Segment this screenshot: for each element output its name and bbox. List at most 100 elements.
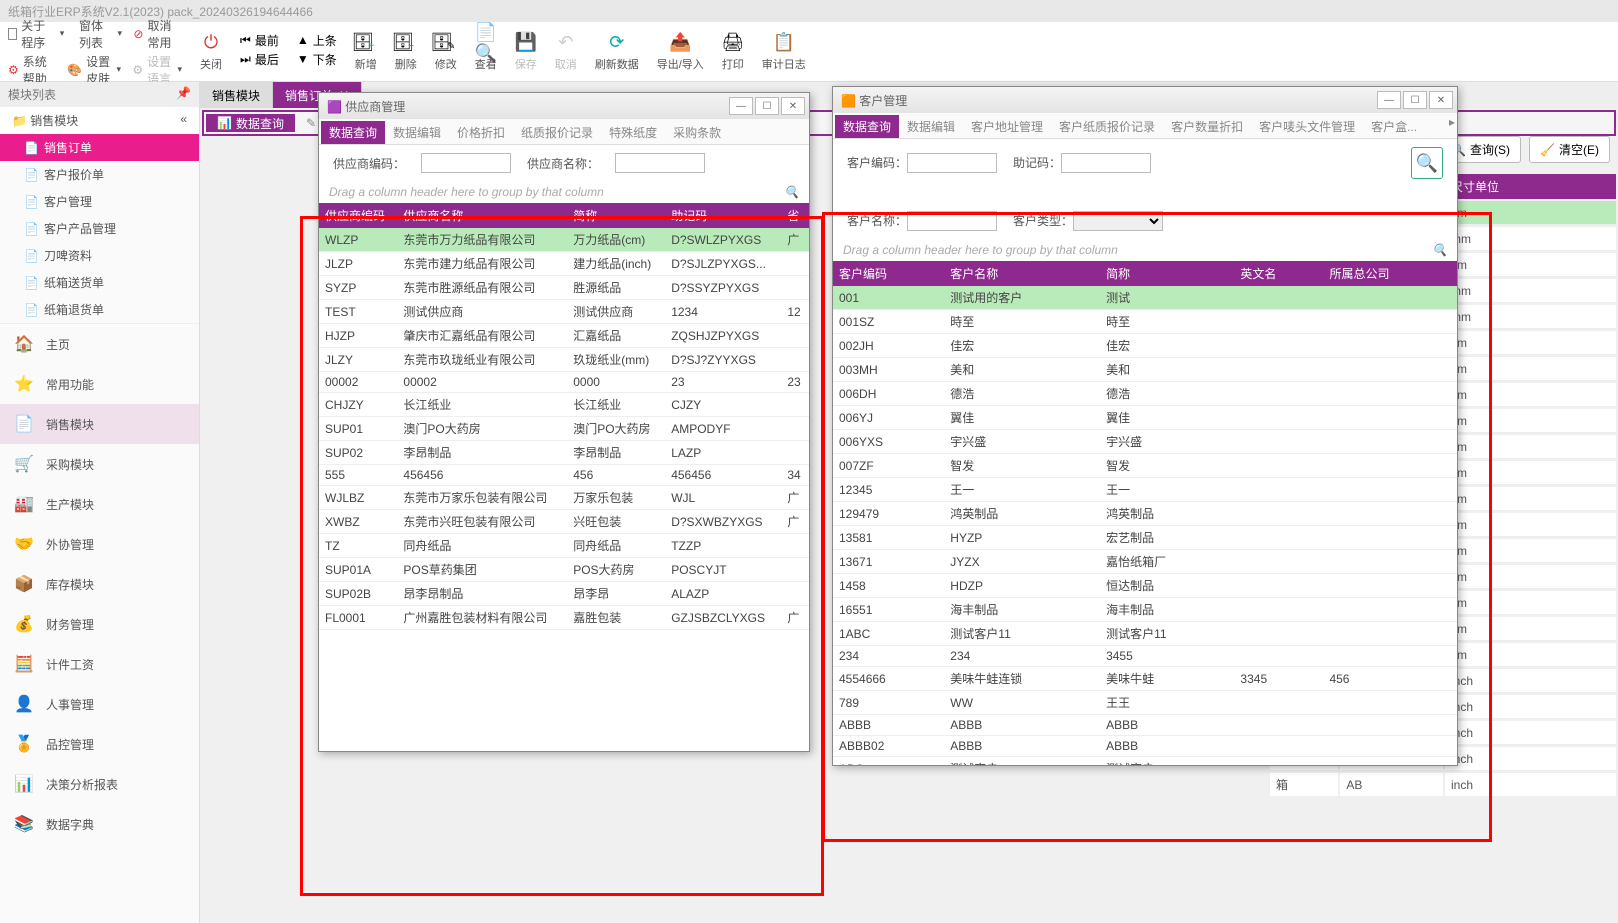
- close-button[interactable]: ⏻关闭: [200, 32, 222, 72]
- module-item[interactable]: 🏠主页: [0, 324, 199, 364]
- nav-last[interactable]: ⏭最后: [240, 51, 279, 68]
- table-row[interactable]: 006YXS宇兴盛宇兴盛: [833, 430, 1457, 454]
- table-row[interactable]: 129479鸿英制品鸿英制品: [833, 502, 1457, 526]
- search-icon[interactable]: 🔍: [784, 185, 799, 199]
- module-item[interactable]: 🏭生产模块: [0, 484, 199, 524]
- sidebar-section[interactable]: 📁 销售模块«: [0, 107, 199, 134]
- edit-button[interactable]: 🗄✎修改: [435, 32, 457, 72]
- table-row[interactable]: 1458HDZP恒达制品: [833, 574, 1457, 598]
- module-item[interactable]: 📚数据字典: [0, 804, 199, 844]
- window-tab[interactable]: 数据查询: [835, 115, 899, 138]
- save-button[interactable]: 💾保存: [515, 32, 537, 72]
- minimize-icon[interactable]: —: [1377, 91, 1401, 109]
- sidebar-item[interactable]: 📄销售订单: [0, 134, 199, 161]
- table-row[interactable]: 006YJ翼佳翼佳: [833, 406, 1457, 430]
- close-icon[interactable]: ✕: [1429, 91, 1453, 109]
- nav-prev[interactable]: ▲上条: [297, 32, 337, 49]
- module-item[interactable]: ⭐常用功能: [0, 364, 199, 404]
- menu-cancel[interactable]: 取消常用: [147, 17, 182, 51]
- export-button[interactable]: 📤导出/导入: [657, 32, 704, 72]
- sidebar-item[interactable]: 📄客户管理: [0, 188, 199, 215]
- window-tab[interactable]: 纸质报价记录: [513, 121, 601, 144]
- table-row[interactable]: ABBB02ABBBABBB: [833, 736, 1457, 757]
- input-mnemonic[interactable]: [1061, 153, 1151, 173]
- table-row[interactable]: 002JH佳宏佳宏: [833, 334, 1457, 358]
- tab-sales-module[interactable]: 销售模块: [200, 82, 273, 108]
- window-tab[interactable]: 客户唛头文件管理: [1251, 115, 1363, 138]
- audit-button[interactable]: 📋审计日志: [762, 32, 806, 72]
- table-row[interactable]: JLZP东莞市建力纸品有限公司建力纸品(inch)D?SJLZPYXGS...: [319, 252, 809, 276]
- table-row[interactable]: XWBZ东莞市兴旺包装有限公司兴旺包装D?SXWBZYXGS广: [319, 510, 809, 534]
- refresh-button[interactable]: ⟳刷新数据: [595, 32, 639, 72]
- tabs-scroll-right[interactable]: ▸: [1449, 115, 1455, 138]
- module-item[interactable]: 📦库存模块: [0, 564, 199, 604]
- table-row[interactable]: FL0001广州嘉胜包装材料有限公司嘉胜包装GZJSBZCLYXGS广: [319, 606, 809, 630]
- search-icon[interactable]: 🔍: [1411, 147, 1443, 179]
- sidebar-item[interactable]: 📄客户报价单: [0, 161, 199, 188]
- table-row[interactable]: 003MH美和美和: [833, 358, 1457, 382]
- minimize-icon[interactable]: —: [729, 97, 753, 115]
- table-row[interactable]: SYZP东莞市胜源纸品有限公司胜源纸品D?SSYZPYXGS: [319, 276, 809, 300]
- window-tab[interactable]: 客户数量折扣: [1163, 115, 1251, 138]
- table-row[interactable]: 1ABC测试客户11测试客户11: [833, 622, 1457, 646]
- sidebar-item[interactable]: 📄纸箱送货单: [0, 269, 199, 296]
- table-row[interactable]: 001SZ時至時至: [833, 310, 1457, 334]
- table-row[interactable]: 2342343455: [833, 646, 1457, 667]
- subtab-query[interactable]: 📊 数据查询: [206, 114, 295, 132]
- table-row[interactable]: WLZP东莞市万力纸品有限公司万力纸品(cm)D?SWLZPYXGS广: [319, 228, 809, 252]
- table-row[interactable]: SUP01APOS草药集团POS大药房POSCYJT: [319, 558, 809, 582]
- table-row[interactable]: 12345王一王一: [833, 478, 1457, 502]
- table-row[interactable]: ABBBABBBABBB: [833, 715, 1457, 736]
- clear-button[interactable]: 🧹 清空(E): [1529, 136, 1610, 163]
- menu-winlist[interactable]: 窗体列表: [79, 17, 114, 51]
- table-row[interactable]: 006DH德浩德浩: [833, 382, 1457, 406]
- table-row[interactable]: CHJZY长江纸业长江纸业CJZY: [319, 393, 809, 417]
- input-customer-code[interactable]: [907, 153, 997, 173]
- check-icon[interactable]: [8, 28, 17, 40]
- window-tab[interactable]: 客户纸质报价记录: [1051, 115, 1163, 138]
- module-item[interactable]: 🛒采购模块: [0, 444, 199, 484]
- module-item[interactable]: 📊决策分析报表: [0, 764, 199, 804]
- window-tab[interactable]: 客户地址管理: [963, 115, 1051, 138]
- maximize-icon[interactable]: ☐: [1403, 91, 1427, 109]
- table-row[interactable]: 000020000200002323: [319, 372, 809, 393]
- window-tab[interactable]: 数据查询: [321, 121, 385, 144]
- window-tab[interactable]: 价格折扣: [449, 121, 513, 144]
- table-row[interactable]: 001测试用的客户测试: [833, 286, 1457, 310]
- window-tab[interactable]: 采购条款: [665, 121, 729, 144]
- window-tab[interactable]: 客户盒...: [1363, 115, 1425, 138]
- module-item[interactable]: 🏅品控管理: [0, 724, 199, 764]
- delete-button[interactable]: 🗄−删除: [395, 32, 417, 72]
- table-row[interactable]: 4554666美味牛蛙连锁美味牛蛙3345456: [833, 667, 1457, 691]
- add-button[interactable]: 🗄+新增: [355, 32, 377, 72]
- table-row[interactable]: TZ同舟纸品同舟纸品TZZP: [319, 534, 809, 558]
- maximize-icon[interactable]: ☐: [755, 97, 779, 115]
- menu-about[interactable]: 关于程序: [21, 17, 56, 51]
- table-row[interactable]: ABC测试客户测试客户: [833, 757, 1457, 766]
- window-tab[interactable]: 特殊纸度: [601, 121, 665, 144]
- module-item[interactable]: 💰财务管理: [0, 604, 199, 644]
- close-icon[interactable]: ✕: [781, 97, 805, 115]
- sidebar-item[interactable]: 📄客户产品管理: [0, 215, 199, 242]
- table-row[interactable]: 55545645645645645634: [319, 465, 809, 486]
- table-row[interactable]: 13671JYZX嘉怡纸箱厂: [833, 550, 1457, 574]
- table-row[interactable]: SUP02B昂李昂制品昂李昂ALAZP: [319, 582, 809, 606]
- select-customer-type[interactable]: [1073, 211, 1163, 231]
- input-customer-name[interactable]: [907, 211, 997, 231]
- table-row[interactable]: SUP01澳门PO大药房澳门PO大药房AMPODYF: [319, 417, 809, 441]
- nav-first[interactable]: ⏮最前: [240, 32, 279, 49]
- window-tab[interactable]: 数据编辑: [385, 121, 449, 144]
- table-row[interactable]: 16551海丰制品海丰制品: [833, 598, 1457, 622]
- search-icon[interactable]: 🔍: [1432, 243, 1447, 257]
- module-item[interactable]: 🤝外协管理: [0, 524, 199, 564]
- view-button[interactable]: 📄🔍查看: [475, 32, 497, 72]
- input-supplier-code[interactable]: [421, 153, 511, 173]
- sidebar-item[interactable]: 📄刀啤资料: [0, 242, 199, 269]
- print-button[interactable]: 🖨打印: [722, 32, 744, 72]
- module-item[interactable]: 🧮计件工资: [0, 644, 199, 684]
- table-row[interactable]: 13581HYZP宏艺制品: [833, 526, 1457, 550]
- module-item[interactable]: 📄销售模块: [0, 404, 199, 444]
- table-row[interactable]: 007ZF智发智发: [833, 454, 1457, 478]
- table-row[interactable]: HJZP肇庆市汇嘉纸品有限公司汇嘉纸品ZQSHJZPYXGS: [319, 324, 809, 348]
- table-row[interactable]: 789WW王王: [833, 691, 1457, 715]
